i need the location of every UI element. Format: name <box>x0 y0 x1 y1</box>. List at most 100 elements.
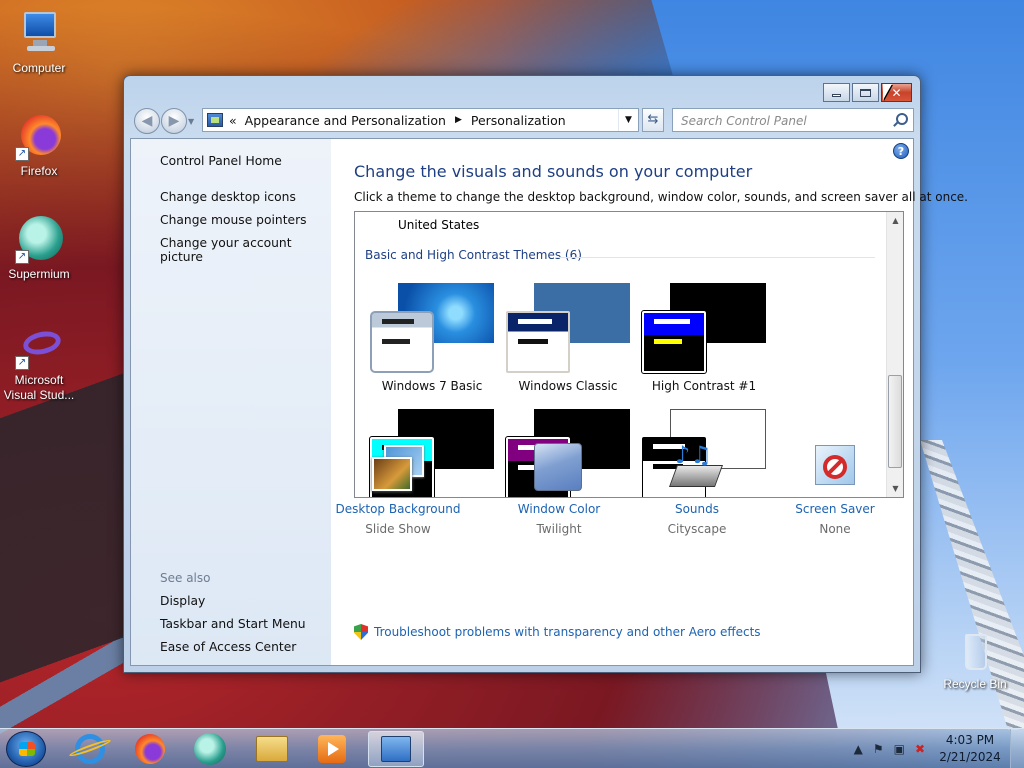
desktop-icon-visual-studio[interactable]: ↗ Microsoft Visual Stud... <box>1 328 77 403</box>
taskbar-internet-explorer[interactable] <box>62 731 118 767</box>
visual-studio-icon: ↗ <box>15 328 63 370</box>
scroll-up-icon[interactable]: ▲ <box>887 212 903 229</box>
mouse-cursor-icon <box>883 84 892 100</box>
supermium-icon: ↗ <box>15 216 63 264</box>
window-color-setting[interactable]: Window Color Twilight <box>492 443 626 536</box>
show-desktop-button[interactable] <box>1010 729 1024 768</box>
recent-pages-dropdown[interactable]: ▼ <box>188 117 194 126</box>
theme-group-heading[interactable]: Basic and High Contrast Themes (6) <box>365 248 582 262</box>
display-link[interactable]: Display <box>160 594 205 608</box>
sounds-icon: ♪♫ <box>668 441 725 497</box>
category-value: Slide Show <box>365 522 431 536</box>
category-title[interactable]: Screen Saver <box>768 502 902 516</box>
theme-high-contrast-1[interactable]: High Contrast #1 <box>641 283 772 395</box>
theme-label: Windows 7 Basic <box>381 379 483 393</box>
theme-preview-window <box>506 311 570 373</box>
theme-windows-classic[interactable]: Windows Classic <box>506 283 636 395</box>
desktop-icon-label: Firefox <box>20 164 58 178</box>
troubleshoot-label: Troubleshoot problems with transparency … <box>374 625 761 639</box>
taskbar-media-player[interactable] <box>304 731 360 767</box>
window-client-area: Control Panel Home Change desktop icons … <box>130 138 968 666</box>
system-clock[interactable]: 4:03 PM 2/21/2024 <box>930 732 1010 766</box>
refresh-button[interactable]: ⇆ <box>642 108 664 132</box>
breadcrumb-item-appearance[interactable]: Appearance and Personalization <box>245 113 446 128</box>
minimize-button[interactable] <box>823 83 850 102</box>
troubleshoot-aero-link[interactable]: Troubleshoot problems with transparency … <box>354 624 761 640</box>
show-hidden-icons-icon[interactable]: ▲ <box>854 742 863 756</box>
group-divider <box>555 257 875 258</box>
uac-shield-icon <box>354 624 368 640</box>
notification-area: ▲ ⚑ ▣ ✖ 4:03 PM 2/21/2024 <box>849 729 1024 768</box>
change-mouse-pointers-link[interactable]: Change mouse pointers <box>160 213 307 227</box>
window-color-icon <box>531 443 587 497</box>
category-title[interactable]: Desktop Background <box>331 502 465 516</box>
desktop-icon-label: Supermium <box>8 267 70 281</box>
desktop-icon-recycle-bin[interactable]: Recycle Bin <box>937 632 1013 692</box>
screen-saver-setting[interactable]: Screen Saver None <box>768 443 902 536</box>
theme-windows-7-basic[interactable]: Windows 7 Basic <box>370 283 500 395</box>
action-center-flag-icon[interactable]: ⚑ <box>873 742 884 756</box>
control-panel-icon <box>381 736 411 762</box>
control-panel-home-link[interactable]: Control Panel Home <box>160 154 282 168</box>
desktop-icon-firefox[interactable]: ↗ Firefox <box>1 113 77 179</box>
maximize-icon <box>860 88 871 97</box>
page-subtitle: Click a theme to change the desktop back… <box>354 190 968 204</box>
supermium-icon <box>194 733 226 765</box>
category-value: Twilight <box>536 522 582 536</box>
breadcrumb-overflow[interactable]: « <box>229 113 237 128</box>
search-input[interactable]: Search Control Panel <box>672 108 914 132</box>
change-desktop-icons-link[interactable]: Change desktop icons <box>160 190 296 204</box>
desktop-icon-computer[interactable]: Computer <box>1 10 77 76</box>
sounds-setting[interactable]: ♪♫ Sounds Cityscape <box>630 441 764 536</box>
desktop-icon-label: Computer <box>12 61 66 75</box>
desktop-background-icon <box>370 443 426 497</box>
theme-label: Windows Classic <box>518 379 618 393</box>
firefox-icon <box>135 734 165 764</box>
breadcrumb-separator-icon[interactable]: ▶ <box>455 115 462 125</box>
caption-buttons: ✕ <box>821 83 912 102</box>
start-button[interactable] <box>6 731 46 767</box>
firefox-icon: ↗ <box>15 113 63 161</box>
back-arrow-icon: ◀ <box>141 113 153 129</box>
category-title[interactable]: Window Color <box>492 502 626 516</box>
left-navigation-pane: Control Panel Home Change desktop icons … <box>131 139 331 665</box>
screen-saver-icon <box>807 443 863 497</box>
ease-of-access-link[interactable]: Ease of Access Center <box>160 640 296 654</box>
volume-muted-icon[interactable]: ✖ <box>915 742 925 756</box>
taskbar-control-panel[interactable] <box>368 731 424 767</box>
help-icon[interactable]: ? <box>893 143 909 159</box>
network-icon[interactable]: ▣ <box>894 742 905 756</box>
control-panel-icon <box>207 113 223 127</box>
media-player-icon <box>318 735 346 763</box>
computer-icon <box>15 10 63 58</box>
taskbar-firefox[interactable] <box>122 731 178 767</box>
desktop-background-setting[interactable]: Desktop Background Slide Show <box>331 443 465 536</box>
personalization-window: ✕ ◀ ▶ ▼ « Appearance and Personalization… <box>123 75 968 673</box>
change-account-picture-link[interactable]: Change your account picture <box>160 236 331 264</box>
forward-button[interactable]: ▶ <box>161 108 187 134</box>
main-content: ? Change the visuals and sounds on your … <box>331 139 968 665</box>
folder-icon <box>256 736 288 762</box>
desktop-icon-label: Microsoft Visual Stud... <box>3 373 75 402</box>
shortcut-arrow-icon: ↗ <box>15 356 29 370</box>
taskbar-start-menu-link[interactable]: Taskbar and Start Menu <box>160 617 306 631</box>
search-icon[interactable] <box>896 113 908 125</box>
navigation-toolbar: ◀ ▶ ▼ « Appearance and Personalization ▶… <box>132 107 914 135</box>
desktop-icon-supermium[interactable]: ↗ Supermium <box>1 216 77 282</box>
category-title[interactable]: Sounds <box>630 502 764 516</box>
address-dropdown-icon[interactable]: ▼ <box>618 109 638 131</box>
taskbar-supermium[interactable] <box>182 731 238 767</box>
back-button[interactable]: ◀ <box>134 108 160 134</box>
search-placeholder: Search Control Panel <box>681 114 807 128</box>
category-value: Cityscape <box>667 522 727 536</box>
category-value: None <box>819 522 851 536</box>
theme-label: High Contrast #1 <box>651 379 757 393</box>
shortcut-arrow-icon: ↗ <box>15 250 29 264</box>
see-also-heading: See also <box>160 571 211 585</box>
taskbar-file-explorer[interactable] <box>244 731 300 767</box>
internet-explorer-icon <box>68 734 112 764</box>
taskbar: ▲ ⚑ ▣ ✖ 4:03 PM 2/21/2024 <box>0 728 1024 768</box>
address-bar[interactable]: « Appearance and Personalization ▶ Perso… <box>202 108 639 132</box>
maximize-button[interactable] <box>852 83 879 102</box>
breadcrumb-item-personalization[interactable]: Personalization <box>471 113 566 128</box>
